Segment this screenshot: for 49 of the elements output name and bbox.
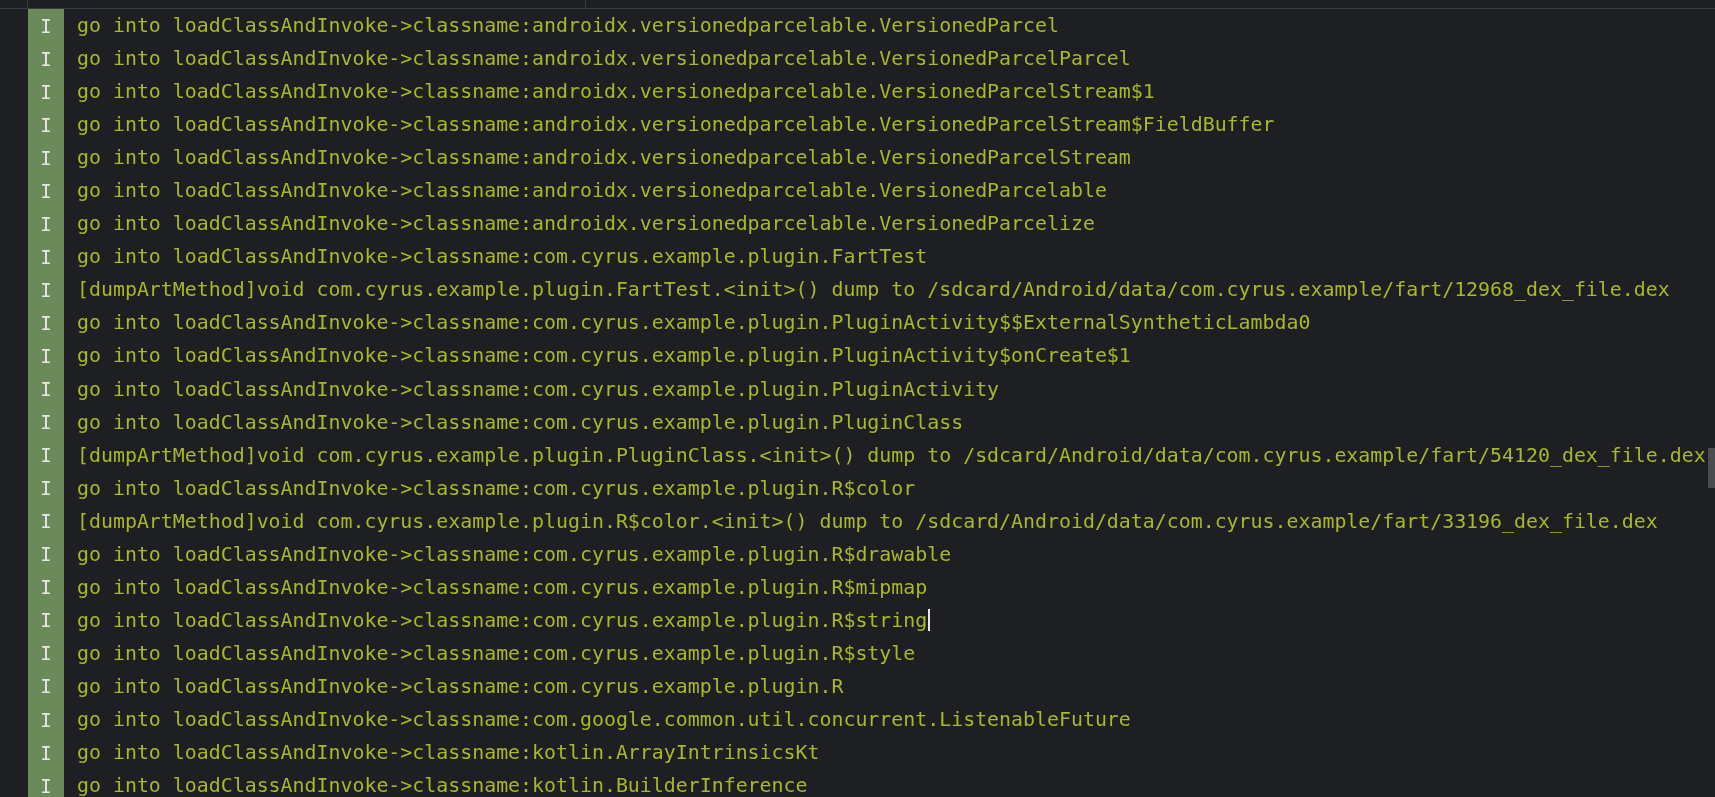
log-level-badge: I: [28, 504, 64, 538]
log-level-badge: I: [28, 736, 64, 770]
log-level-badge: I: [28, 207, 64, 241]
log-message: [dumpArtMethod]void com.cyrus.example.plugin.R$color.<init>() dump to /sdcard/Android/data/com.cyrus.example/fart/33196_dex_file.dex: [77, 508, 1658, 535]
log-message: go into loadClassAndInvoke->classname:androidx.versionedparcelable.VersionedParcelStream$1: [77, 79, 1155, 106]
log-message: go into loadClassAndInvoke->classname:com.cyrus.example.plugin.PluginActivity$onCreate$1: [77, 343, 1131, 370]
log-message: go into loadClassAndInvoke->classname:kotlin.ArrayIntrinsicsKt: [77, 740, 820, 767]
log-message: [dumpArtMethod]void com.cyrus.example.plugin.FartTest.<init>() dump to /sdcard/Android/data/com.cyrus.example/fart/12968_dex_file.dex: [77, 277, 1670, 304]
log-level-badge: I: [28, 405, 64, 439]
vertical-scrollbar-thumb[interactable]: [1708, 448, 1715, 488]
log-level-badge: I: [28, 75, 64, 109]
log-level-badge: I: [28, 438, 64, 472]
log-level-badge: I: [28, 9, 64, 43]
log-message: go into loadClassAndInvoke->classname:androidx.versionedparcelable.VersionedParcelable: [77, 178, 1107, 205]
log-message: go into loadClassAndInvoke->classname:com.cyrus.example.plugin.PluginActivity: [77, 376, 1000, 403]
log-message: go into loadClassAndInvoke->classname:androidx.versionedparcelable.VersionedParcelize: [77, 211, 1095, 238]
log-level-badge: I: [28, 174, 64, 208]
log-message: go into loadClassAndInvoke->classname:androidx.versionedparcelable.VersionedParcelStream$FieldBuffer: [77, 112, 1275, 139]
log-message: go into loadClassAndInvoke->classname:com.cyrus.example.plugin.PluginClass: [77, 409, 964, 436]
log-message: go into loadClassAndInvoke->classname:com.google.common.util.concurrent.ListenableFuture: [77, 707, 1131, 733]
log-message: go into loadClassAndInvoke->classname:androidx.versionedparcelable.VersionedParcelParcel: [77, 46, 1131, 73]
log-message: go into loadClassAndInvoke->classname:com.cyrus.example.plugin.R$drawable: [77, 541, 952, 568]
log-message: go into loadClassAndInvoke->classname:com.cyrus.example.plugin.FartTest: [77, 244, 928, 271]
log-level-badge: I: [28, 42, 64, 76]
log-level-badge: I: [28, 537, 64, 571]
log-level-badge: I: [28, 636, 64, 670]
log-level-badge: I: [28, 141, 64, 175]
log-message: go into loadClassAndInvoke->classname:com.cyrus.example.plugin.R$mipmap: [77, 574, 928, 601]
log-level-badge: I: [28, 769, 64, 797]
log-message: go into loadClassAndInvoke->classname:com.cyrus.example.plugin.PluginActivity$$ExternalSyntheticLambda0: [77, 310, 1311, 337]
log-level-badge: I: [28, 603, 64, 637]
log-message: go into loadClassAndInvoke->classname:androidx.versionedparcelable.VersionedParcelStream: [77, 145, 1131, 172]
log-level-badge: I: [28, 240, 64, 274]
log-message: go into loadClassAndInvoke->classname:androidx.versionedparcelable.VersionedParcel: [77, 13, 1059, 39]
log-level-badge: I: [28, 669, 64, 703]
log-message: go into loadClassAndInvoke->classname:kotlin.BuilderInference: [77, 773, 808, 797]
log-level-badge: I: [28, 471, 64, 505]
log-message: go into loadClassAndInvoke->classname:com.cyrus.example.plugin.R: [77, 673, 844, 700]
log-level-badge: I: [28, 306, 64, 340]
log-message: go into loadClassAndInvoke->classname:com.cyrus.example.plugin.R$string: [77, 603, 931, 637]
log-level-badge: I: [28, 339, 64, 373]
log-level-badge: I: [28, 570, 64, 604]
log-level-badge: I: [28, 703, 64, 737]
log-message: go into loadClassAndInvoke->classname:com.cyrus.example.plugin.R$color: [77, 475, 916, 502]
log-level-badge: I: [28, 273, 64, 307]
log-level-badge: I: [28, 372, 64, 406]
log-level-badge: I: [28, 108, 64, 142]
log-message: [dumpArtMethod]void com.cyrus.example.plugin.PluginClass.<init>() dump to /sdcard/Android/data/com.cyrus.example/fart/54120_dex_file.dex: [77, 442, 1706, 469]
log-message: go into loadClassAndInvoke->classname:com.cyrus.example.plugin.R$style: [77, 640, 916, 667]
